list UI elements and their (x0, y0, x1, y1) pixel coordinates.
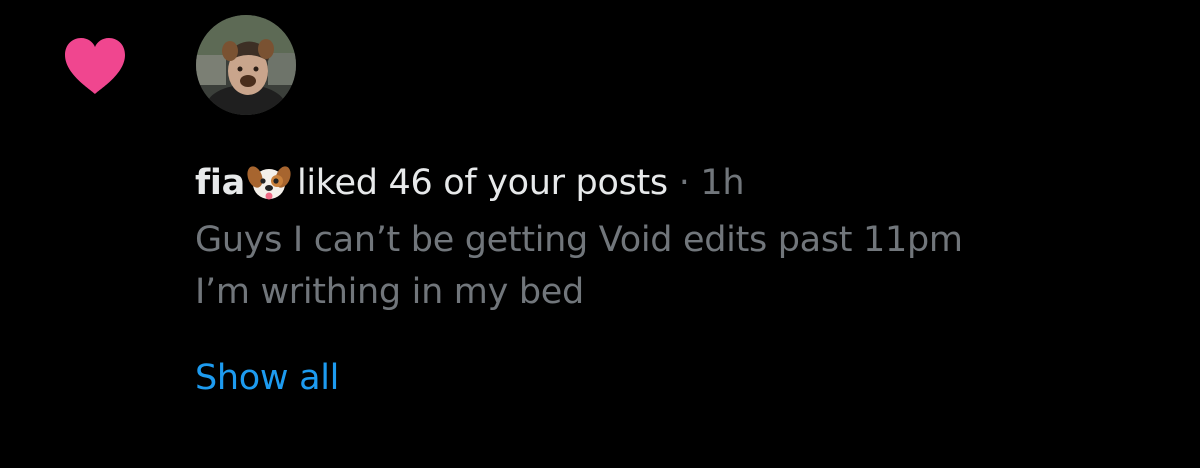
heart-icon (65, 38, 125, 94)
post-preview[interactable]: Guys I can’t be getting Void edits past … (195, 214, 1185, 318)
separator-dot: · (678, 163, 690, 203)
post-preview-line: I’m writhing in my bed (195, 272, 584, 312)
post-preview-line: Guys I can’t be getting Void edits past … (195, 220, 963, 260)
user-avatar[interactable] (196, 15, 296, 115)
show-all-link[interactable]: Show all (195, 356, 339, 400)
dog-face-emoji-icon (247, 166, 291, 200)
notification-content: fia liked 46 of your posts · 1h Guys I c… (195, 158, 1185, 400)
action-text: liked 46 of your posts (296, 163, 668, 203)
like-notification[interactable]: fia liked 46 of your posts · 1h Guys I c… (0, 0, 1200, 468)
user-name[interactable]: fia (195, 163, 245, 203)
timestamp: 1h (700, 163, 745, 203)
avatar-image (196, 15, 296, 115)
notification-headline: fia liked 46 of your posts · 1h (195, 158, 1185, 208)
